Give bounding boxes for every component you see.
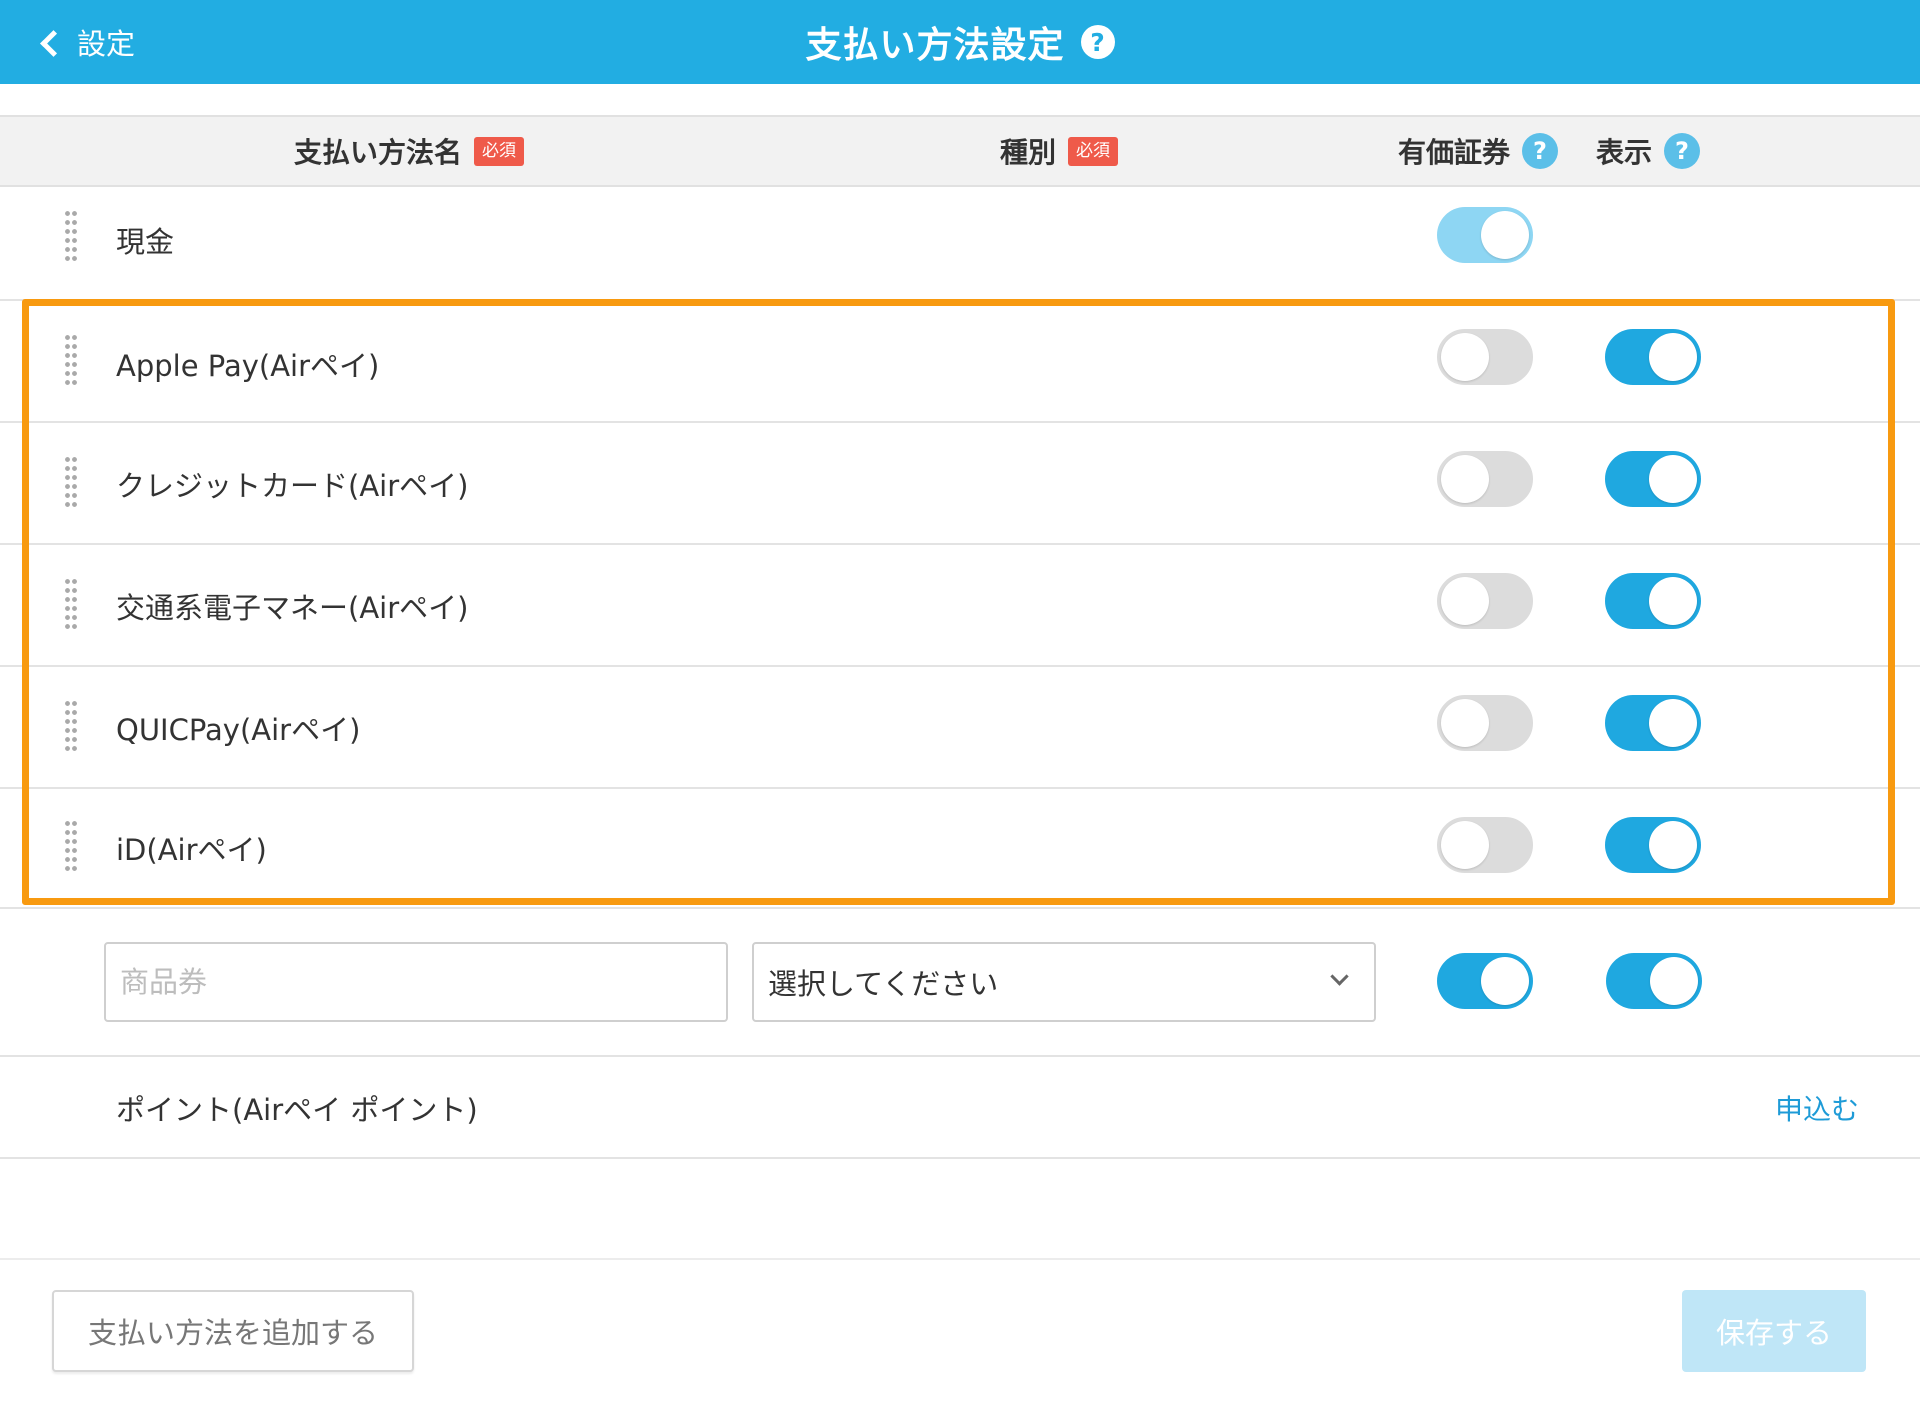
toggle-knob <box>1649 699 1697 747</box>
display-toggle[interactable] <box>1605 573 1701 629</box>
column-voucher-label: 有価証券 <box>1398 136 1511 169</box>
new-payment-row: 選択してください <box>0 907 1920 1057</box>
help-icon[interactable]: ? <box>1664 133 1701 169</box>
voucher-toggle[interactable] <box>1437 329 1533 385</box>
apply-link[interactable]: 申込む <box>1775 1088 1859 1128</box>
payment-row: QUICPay(Airペイ) <box>0 665 1920 789</box>
display-toggle[interactable] <box>1605 451 1701 507</box>
points-row: ポイント(Airペイ ポイント) 申込む <box>0 1055 1920 1159</box>
payment-name: 現金 <box>116 225 175 259</box>
payment-name: 交通系電子マネー(Airペイ) <box>116 591 469 625</box>
toggle-knob <box>1441 577 1489 625</box>
voucher-toggle[interactable] <box>1437 207 1533 263</box>
required-badge: 必須 <box>1068 136 1119 166</box>
payment-name: iD(Airペイ) <box>116 833 267 867</box>
voucher-toggle[interactable] <box>1437 451 1533 507</box>
payment-row-cash: 現金 <box>0 185 1920 301</box>
column-header: 支払い方法名 必須 種別 必須 有価証券 ? 表示 ? <box>0 115 1920 187</box>
toggle-knob <box>1650 957 1698 1005</box>
payment-row: 交通系電子マネー(Airペイ) <box>0 543 1920 667</box>
payment-type-select[interactable]: 選択してください <box>752 942 1376 1022</box>
payment-name: クレジットカード(Airペイ) <box>116 469 469 503</box>
toggle-knob <box>1481 211 1529 259</box>
toggle-knob <box>1441 821 1489 869</box>
column-display: 表示 ? <box>1596 117 1701 185</box>
top-bar: 設定 支払い方法設定 ? <box>0 0 1920 84</box>
payment-row: iD(Airペイ) <box>0 787 1920 909</box>
payment-name: Apple Pay(Airペイ) <box>116 349 380 383</box>
toggle-knob <box>1649 333 1697 381</box>
voucher-toggle[interactable] <box>1437 573 1533 629</box>
save-button[interactable]: 保存する <box>1682 1290 1866 1372</box>
add-payment-method-button[interactable]: 支払い方法を追加する <box>52 1290 414 1372</box>
toggle-knob <box>1441 333 1489 381</box>
voucher-toggle[interactable] <box>1437 817 1533 873</box>
payment-row: クレジットカード(Airペイ) <box>0 421 1920 545</box>
column-type-label: 種別 <box>1000 136 1057 169</box>
drag-handle-icon[interactable] <box>64 209 78 263</box>
display-toggle[interactable] <box>1605 329 1701 385</box>
voucher-toggle[interactable] <box>1437 695 1533 751</box>
toggle-knob <box>1649 455 1697 503</box>
drag-handle-icon[interactable] <box>64 333 78 387</box>
drag-handle-icon[interactable] <box>64 577 78 631</box>
display-toggle[interactable] <box>1606 953 1702 1009</box>
help-icon[interactable]: ? <box>1080 25 1115 59</box>
drag-handle-icon[interactable] <box>64 699 78 753</box>
page-title: 支払い方法設定 <box>805 25 1065 66</box>
drag-handle-icon[interactable] <box>64 819 78 873</box>
payment-name: QUICPay(Airペイ) <box>116 713 361 747</box>
column-display-label: 表示 <box>1596 136 1653 169</box>
page-title-area: 支払い方法設定 ? <box>0 0 1920 84</box>
toggle-knob <box>1481 957 1529 1005</box>
select-value: 選択してください <box>768 967 999 1001</box>
payment-name-input[interactable] <box>104 942 728 1022</box>
footer-divider <box>0 1258 1920 1260</box>
column-name: 支払い方法名 必須 <box>294 117 525 185</box>
chevron-down-icon <box>1330 967 1349 986</box>
column-voucher: 有価証券 ? <box>1398 117 1559 185</box>
required-badge: 必須 <box>474 136 525 166</box>
drag-handle-icon[interactable] <box>64 455 78 509</box>
help-icon[interactable]: ? <box>1522 133 1559 169</box>
column-type: 種別 必須 <box>1000 117 1119 185</box>
voucher-toggle[interactable] <box>1437 953 1533 1009</box>
toggle-knob <box>1649 577 1697 625</box>
payment-row: Apple Pay(Airペイ) <box>0 299 1920 423</box>
payment-name: ポイント(Airペイ ポイント) <box>116 1093 478 1127</box>
column-name-label: 支払い方法名 <box>294 136 463 169</box>
display-toggle[interactable] <box>1605 817 1701 873</box>
toggle-knob <box>1441 455 1489 503</box>
toggle-knob <box>1441 699 1489 747</box>
toggle-knob <box>1649 821 1697 869</box>
display-toggle[interactable] <box>1605 695 1701 751</box>
